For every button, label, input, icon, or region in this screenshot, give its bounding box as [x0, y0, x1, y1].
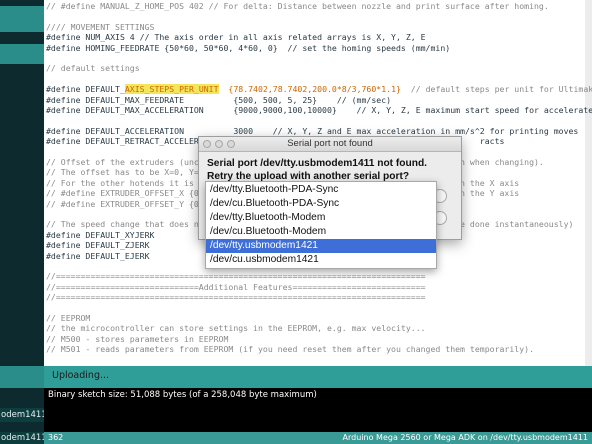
- code-comment: // default steps per unit for Ultimaker: [400, 84, 592, 95]
- serial-port-option[interactable]: /dev/cu.Bluetooth-Modem: [206, 225, 436, 239]
- code-line: //=============================Additiona…: [46, 281, 426, 292]
- code-line: //======================================…: [46, 271, 426, 282]
- status-bar: Uploading...: [44, 366, 592, 388]
- serial-port-option[interactable]: /dev/tty.usbmodem1421: [206, 239, 436, 253]
- line-number: 362: [48, 433, 64, 442]
- code-line: // default settings: [46, 63, 140, 74]
- code-line: #define DEFAULT_XYJERK: [46, 229, 155, 240]
- code-line: #define DEFAULT_MAX_ACCELERATION {9000,9…: [46, 105, 592, 115]
- serial-port-menu[interactable]: /dev/tty.Bluetooth-PDA-Sync/dev/cu.Bluet…: [205, 181, 437, 269]
- code-line: // #define MANUAL_Z_HOME_POS 402 // For …: [46, 1, 549, 11]
- dialog-message-line-1: Serial port /dev/tty.usbmodem1411 not fo…: [207, 158, 428, 169]
- strip-panel: [0, 366, 44, 388]
- code-line: #define DEFAULT_ZJERK: [46, 240, 150, 251]
- serial-port-option[interactable]: /dev/tty.Bluetooth-Modem: [206, 211, 436, 225]
- code-line: // the microcontroller can store setting…: [46, 323, 426, 334]
- code-line: // M500 - stores parameters in EEPROM: [46, 333, 229, 344]
- code-line: #define DEFAULT_EJERK: [46, 250, 150, 261]
- code-token: {78.7402,78.7402,200.0*8/3,760*1.1}: [228, 84, 401, 95]
- strip-tab-label[interactable]: odem1411: [0, 408, 44, 422]
- code-line: #define NUM_AXIS 4 // The axis order in …: [46, 32, 426, 43]
- strip-panel: [0, 6, 44, 32]
- dialog-titlebar[interactable]: Serial port not found: [199, 137, 461, 152]
- strip-tab-label[interactable]: odem1411: [0, 432, 44, 444]
- search-highlight: AXIS_STEPS_PER_UNIT: [124, 84, 219, 95]
- code-line: #define HOMING_FEEDRATE {50*60, 50*60, 4…: [46, 42, 451, 53]
- code-line: #define DEFAULT_AXIS_STEPS_PER_UNIT {78.…: [46, 84, 592, 95]
- strip-panel: [0, 44, 44, 64]
- status-text: Uploading...: [52, 370, 110, 381]
- code-line: //======================================…: [46, 292, 426, 303]
- code-line: // EEPROM: [46, 313, 91, 323]
- serial-port-option[interactable]: /dev/tty.Bluetooth-PDA-Sync: [206, 183, 436, 197]
- board-port-label: Arduino Mega 2560 or Mega ADK on /dev/tt…: [342, 433, 588, 442]
- code-line: #define DEFAULT_MAX_FEEDRATE {500, 500, …: [46, 94, 392, 105]
- console-text: Binary sketch size: 51,088 bytes (of a 2…: [48, 390, 317, 400]
- code-line: //// MOVEMENT SETTINGS: [46, 21, 155, 32]
- console-output: Binary sketch size: 51,088 bytes (of a 2…: [44, 388, 592, 432]
- editor-scrollbar[interactable]: [585, 0, 592, 366]
- footer-bar: 362 Arduino Mega 2560 or Mega ADK on /de…: [44, 432, 592, 444]
- serial-port-option[interactable]: /dev/cu.usbmodem1421: [206, 253, 436, 267]
- left-window-strip: odem1411 odem1411: [0, 0, 44, 444]
- serial-port-option[interactable]: /dev/cu.Bluetooth-PDA-Sync: [206, 197, 436, 211]
- dialog-title: Serial port not found: [287, 138, 373, 149]
- code-line: #define DEFAULT_ACCELERATION 3000 // X, …: [46, 125, 579, 136]
- code-line: // #define EXTRUDER_OFFSET_Y {0.0: [46, 198, 209, 209]
- code-line: // The offset has to be X=0, Y=0: [46, 167, 204, 178]
- code-token: #define DEFAULT_: [46, 84, 125, 95]
- code-line: // M501 - reads parameters from EEPROM (…: [46, 344, 534, 355]
